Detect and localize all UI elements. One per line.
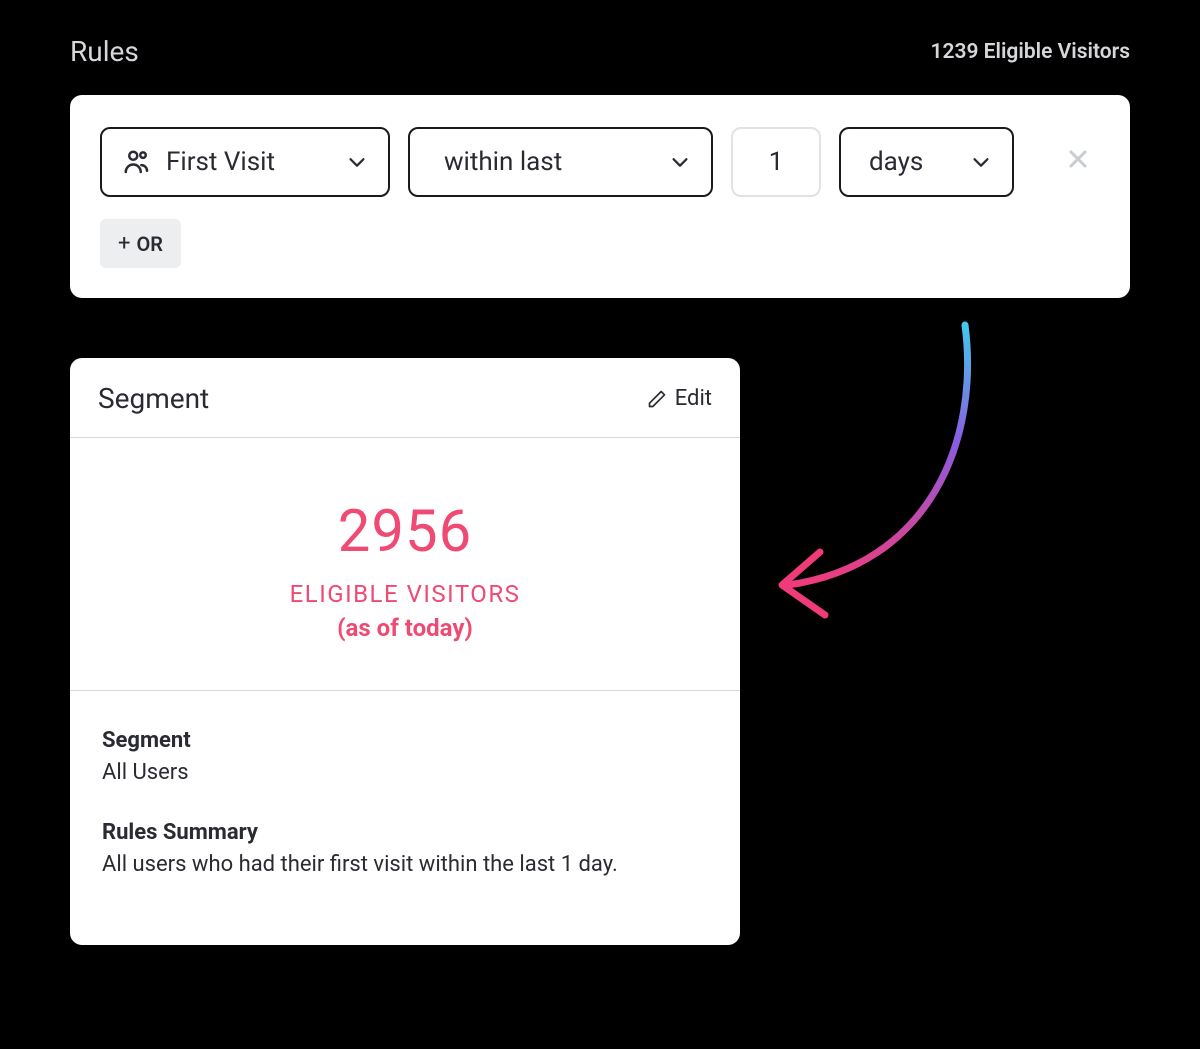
value-input[interactable]: 1	[731, 127, 821, 197]
metric-label: First Visit	[166, 147, 275, 177]
close-icon	[1066, 147, 1090, 171]
segment-card: Segment Edit 2956 ELIGIBLE VISITORS (as …	[70, 358, 740, 945]
rule-row: First Visit within last 1 days	[100, 127, 1100, 197]
segment-value: All Users	[102, 757, 708, 789]
page-title: Rules	[70, 35, 139, 68]
stat-sub: (as of today)	[90, 614, 720, 642]
chevron-down-icon	[346, 151, 368, 173]
stat-label: ELIGIBLE VISITORS	[90, 580, 720, 608]
chevron-down-icon	[970, 151, 992, 173]
plus-icon: +	[118, 231, 130, 256]
unit-select[interactable]: days	[839, 127, 1014, 197]
segment-label: Segment	[102, 725, 708, 757]
segment-title: Segment	[98, 382, 209, 415]
period-label: within last	[444, 147, 562, 177]
metric-select[interactable]: First Visit	[100, 127, 390, 197]
connector-arrow	[770, 320, 1020, 640]
people-icon	[122, 147, 152, 177]
chevron-down-icon	[669, 151, 691, 173]
rules-summary-value: All users who had their first visit with…	[102, 849, 708, 881]
period-select[interactable]: within last	[408, 127, 713, 197]
eligible-visitors-count: 1239 Eligible Visitors	[930, 40, 1130, 64]
edit-segment-button[interactable]: Edit	[647, 386, 712, 411]
or-label: OR	[136, 232, 163, 256]
pencil-icon	[647, 389, 667, 409]
add-or-button[interactable]: + OR	[100, 219, 181, 268]
edit-label: Edit	[675, 386, 712, 411]
value-text: 1	[769, 147, 784, 177]
rules-card: First Visit within last 1 days + OR	[70, 95, 1130, 298]
stat-value: 2956	[90, 498, 720, 566]
rules-summary-label: Rules Summary	[102, 817, 708, 849]
remove-rule-button[interactable]	[1056, 147, 1100, 177]
unit-label: days	[869, 147, 923, 177]
